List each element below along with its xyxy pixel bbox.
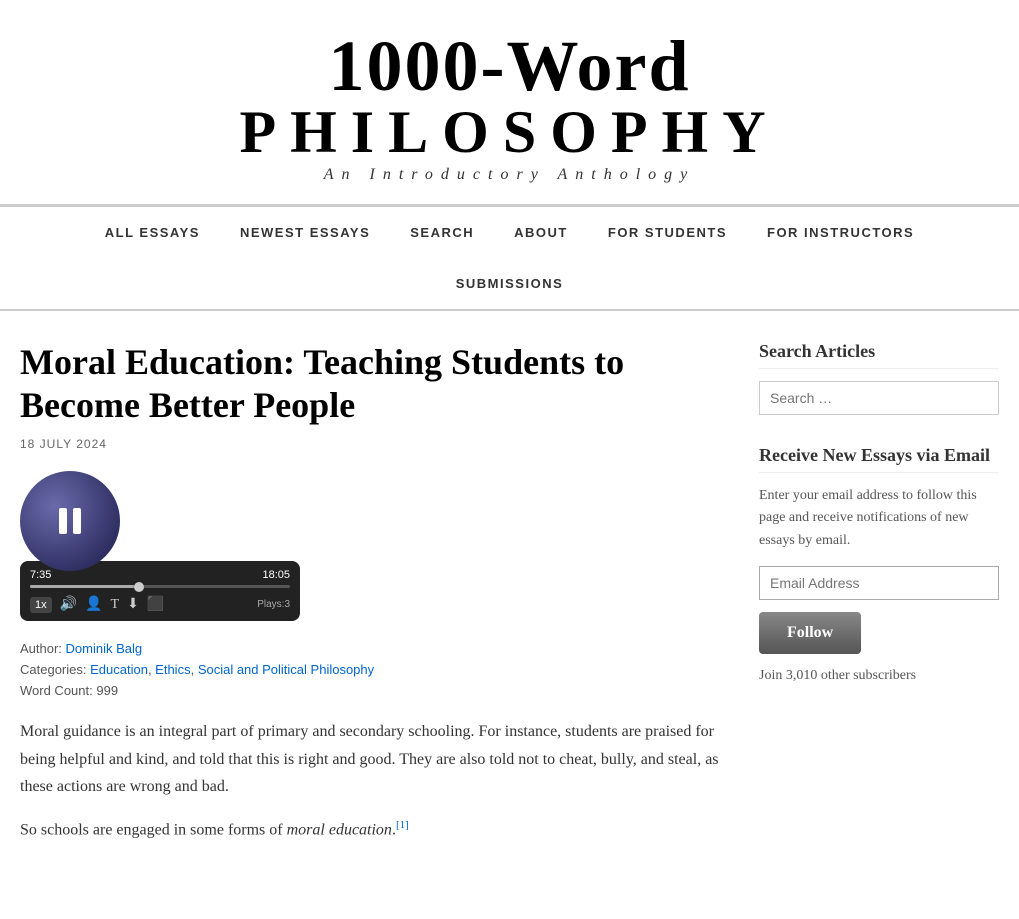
- sidebar: Search Articles Receive New Essays via E…: [759, 341, 999, 859]
- article-body: Moral guidance is an integral part of pr…: [20, 718, 719, 843]
- article-paragraph-2: So schools are engaged in some forms of …: [20, 816, 719, 844]
- site-title: 1000-Word: [20, 30, 999, 102]
- audio-progress-bar[interactable]: [30, 585, 290, 588]
- sidebar-email-section: Receive New Essays via Email Enter your …: [759, 445, 999, 684]
- article-word-count: Word Count: 999: [20, 683, 719, 698]
- sidebar-search-section: Search Articles: [759, 341, 999, 415]
- audio-share-icon[interactable]: ⬛: [147, 596, 164, 613]
- article-paragraph-1: Moral guidance is an integral part of pr…: [20, 718, 719, 800]
- audio-pause-button[interactable]: [20, 471, 120, 571]
- sidebar-email-title: Receive New Essays via Email: [759, 445, 999, 473]
- footnote-1[interactable]: [1]: [396, 819, 409, 831]
- audio-speed-button[interactable]: 1x: [30, 597, 52, 613]
- subscriber-count: Join 3,010 other subscribers: [759, 668, 999, 684]
- article-title: Moral Education: Teaching Students to Be…: [20, 341, 719, 427]
- pause-icon: [56, 507, 84, 535]
- category-social-political[interactable]: Social and Political Philosophy: [198, 662, 374, 677]
- sidebar-search-title: Search Articles: [759, 341, 999, 369]
- audio-progress-handle[interactable]: [134, 582, 144, 592]
- audio-text-icon[interactable]: T: [111, 597, 120, 613]
- audio-time-row: 7:35 18:05: [30, 569, 290, 581]
- follow-button[interactable]: Follow: [759, 612, 861, 654]
- nav-for-students[interactable]: FOR STUDENTS: [588, 207, 747, 258]
- site-header: 1000-Word PHILOSOPHY An Introductory Ant…: [0, 0, 1019, 206]
- nav-all-essays[interactable]: ALL ESSAYS: [85, 207, 220, 258]
- italic-phrase: moral education: [287, 821, 392, 838]
- nav-about[interactable]: ABOUT: [494, 207, 588, 258]
- audio-volume-icon[interactable]: 🔊: [60, 596, 77, 613]
- nav-for-instructors[interactable]: FOR INSTRUCTORS: [747, 207, 934, 258]
- audio-player: 7:35 18:05 1x 🔊 👤 T ⬇ ⬛ Plays:3: [20, 471, 300, 621]
- article-author: Author: Dominik Balg: [20, 641, 719, 656]
- sidebar-email-description: Enter your email address to follow this …: [759, 485, 999, 552]
- audio-total-time: 18:05: [262, 569, 290, 581]
- author-link[interactable]: Dominik Balg: [66, 641, 143, 656]
- article-area: Moral Education: Teaching Students to Be…: [20, 341, 719, 859]
- audio-person-icon[interactable]: 👤: [85, 596, 102, 613]
- main-container: Moral Education: Teaching Students to Be…: [0, 311, 1019, 889]
- category-education[interactable]: Education: [90, 662, 148, 677]
- audio-progress-fill: [30, 585, 134, 588]
- nav-row2: SUBMISSIONS: [0, 258, 1019, 309]
- main-nav: ALL ESSAYS NEWEST ESSAYS SEARCH ABOUT FO…: [0, 207, 1019, 310]
- category-ethics[interactable]: Ethics: [155, 662, 190, 677]
- email-address-input[interactable]: [759, 566, 999, 600]
- audio-plays: Plays:3: [257, 599, 290, 610]
- nav-submissions[interactable]: SUBMISSIONS: [436, 258, 584, 309]
- audio-current-time: 7:35: [30, 569, 51, 581]
- nav-search[interactable]: SEARCH: [390, 207, 494, 258]
- site-subtitle: An Introductory Anthology: [20, 166, 999, 184]
- article-categories: Categories: Education, Ethics, Social an…: [20, 662, 719, 677]
- search-input[interactable]: [759, 381, 999, 415]
- nav-row1: ALL ESSAYS NEWEST ESSAYS SEARCH ABOUT FO…: [0, 207, 1019, 258]
- audio-button-row: 1x 🔊 👤 T ⬇ ⬛ Plays:3: [30, 596, 290, 613]
- nav-newest-essays[interactable]: NEWEST ESSAYS: [220, 207, 390, 258]
- article-date: 18 JULY 2024: [20, 437, 719, 451]
- site-title-line2: PHILOSOPHY: [20, 102, 999, 162]
- audio-download-icon[interactable]: ⬇: [127, 596, 139, 613]
